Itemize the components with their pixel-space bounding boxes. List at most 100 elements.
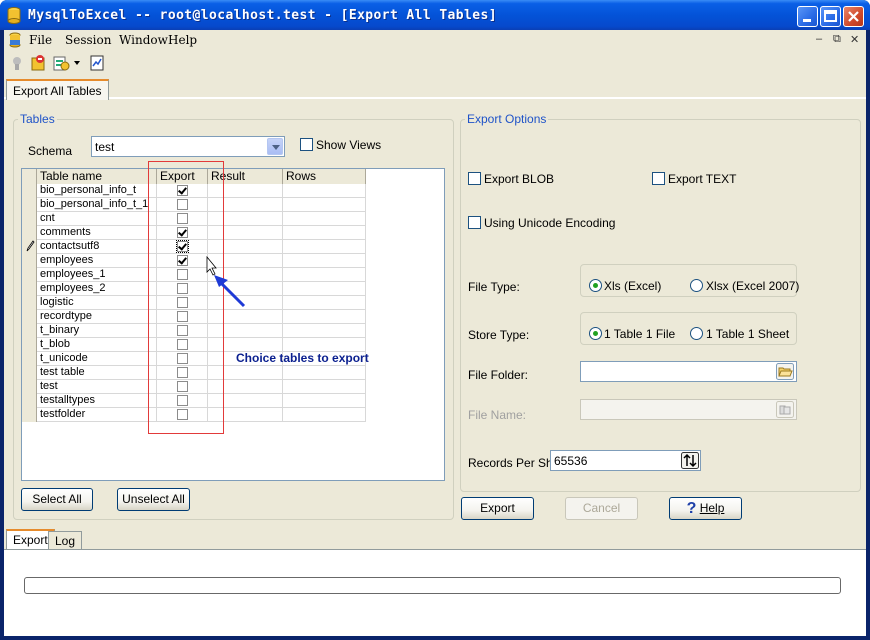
row-selector[interactable] bbox=[22, 226, 37, 240]
spinner-icon[interactable] bbox=[681, 452, 699, 469]
rows-cell bbox=[283, 268, 366, 282]
help-button-label: Help bbox=[699, 501, 725, 515]
row-selector[interactable] bbox=[22, 394, 37, 408]
mdi-close-icon[interactable]: ✕ bbox=[850, 33, 859, 46]
row-selector[interactable] bbox=[22, 268, 37, 282]
table-name-cell[interactable]: logistic bbox=[37, 296, 157, 310]
schema-value: test bbox=[95, 140, 115, 154]
row-selector[interactable] bbox=[22, 296, 37, 310]
store-one-sheet-label: 1 Table 1 Sheet bbox=[706, 327, 790, 341]
unicode-checkbox[interactable] bbox=[468, 216, 481, 229]
database-icon bbox=[7, 7, 21, 24]
menu-session[interactable]: Session bbox=[65, 33, 111, 47]
rows-cell bbox=[283, 254, 366, 268]
rows-cell bbox=[283, 240, 366, 254]
table-name-cell[interactable]: employees_2 bbox=[37, 282, 157, 296]
file-type-xls-label: Xls (Excel) bbox=[604, 279, 662, 293]
table-name-cell[interactable]: contactsutf8 bbox=[37, 240, 157, 254]
file-folder-input[interactable] bbox=[580, 361, 797, 382]
app-window: MysqlToExcel -- root@localhost.test - [E… bbox=[0, 0, 870, 640]
title-bar[interactable]: MysqlToExcel -- root@localhost.test - [E… bbox=[0, 0, 870, 30]
database-icon[interactable] bbox=[8, 32, 22, 48]
export-tool-icon[interactable] bbox=[52, 54, 70, 72]
show-views-label: Show Views bbox=[316, 138, 382, 152]
row-selector[interactable] bbox=[22, 366, 37, 380]
row-selector[interactable] bbox=[22, 240, 37, 254]
toolbar bbox=[4, 51, 866, 75]
rows-cell bbox=[283, 184, 366, 198]
table-name-cell[interactable]: t_binary bbox=[37, 324, 157, 338]
file-type-xlsx-radio[interactable] bbox=[690, 279, 703, 292]
store-one-sheet-radio[interactable] bbox=[690, 327, 703, 340]
table-name-cell[interactable]: bio_personal_info_t bbox=[37, 184, 157, 198]
row-selector[interactable] bbox=[22, 184, 37, 198]
row-selector[interactable] bbox=[22, 254, 37, 268]
export-blob-checkbox[interactable] bbox=[468, 172, 481, 185]
table-name-cell[interactable]: t_unicode bbox=[37, 352, 157, 366]
tab-export-all-tables[interactable]: Export All Tables bbox=[6, 79, 109, 100]
table-name-cell[interactable]: employees bbox=[37, 254, 157, 268]
store-one-file-radio[interactable] bbox=[589, 327, 602, 340]
table-name-cell[interactable]: test table bbox=[37, 366, 157, 380]
folder-icon[interactable] bbox=[776, 363, 794, 380]
mdi-minimize-icon[interactable]: – bbox=[816, 33, 822, 45]
column-header-rows[interactable]: Rows bbox=[283, 169, 366, 184]
table-name-cell[interactable]: bio_personal_info_t_1 bbox=[37, 198, 157, 212]
tables-group-title: Tables bbox=[18, 112, 57, 126]
export-text-checkbox[interactable] bbox=[652, 172, 665, 185]
menu-file[interactable]: File bbox=[29, 33, 52, 47]
show-views-checkbox[interactable] bbox=[300, 138, 313, 151]
help-button[interactable]: ? Help bbox=[669, 497, 742, 520]
table-name-cell[interactable]: recordtype bbox=[37, 310, 157, 324]
report-icon[interactable] bbox=[88, 54, 106, 72]
column-header-table-name[interactable]: Table name bbox=[37, 169, 157, 184]
table-name-cell[interactable]: employees_1 bbox=[37, 268, 157, 282]
mdi-restore-icon[interactable]: ⧉ bbox=[833, 33, 841, 46]
maximize-button[interactable] bbox=[820, 6, 841, 27]
close-button[interactable] bbox=[843, 6, 864, 27]
row-selector[interactable] bbox=[22, 212, 37, 226]
table-name-cell[interactable]: test bbox=[37, 380, 157, 394]
chevron-down-icon[interactable] bbox=[267, 138, 283, 155]
export-panel bbox=[4, 549, 866, 636]
schema-label: Schema bbox=[28, 144, 73, 158]
row-selector[interactable] bbox=[22, 310, 37, 324]
schema-select[interactable]: test bbox=[91, 136, 285, 157]
menu-help[interactable]: Help bbox=[168, 33, 197, 47]
row-selector[interactable] bbox=[22, 324, 37, 338]
row-selector[interactable] bbox=[22, 408, 37, 422]
cancel-button[interactable]: Cancel bbox=[565, 497, 638, 520]
file-type-label: File Type: bbox=[468, 280, 520, 294]
export-text-label: Export TEXT bbox=[668, 172, 737, 186]
document-tab-strip: Export All Tables bbox=[4, 77, 866, 100]
disconnect-icon[interactable] bbox=[29, 54, 47, 72]
file-type-xls-radio[interactable] bbox=[589, 279, 602, 292]
records-per-sheet-input[interactable]: 65536 bbox=[550, 450, 701, 471]
row-selector-header bbox=[22, 169, 37, 184]
dropdown-arrow-icon[interactable] bbox=[74, 61, 81, 66]
table-name-cell[interactable]: testalltypes bbox=[37, 394, 157, 408]
select-all-button[interactable]: Select All bbox=[21, 488, 93, 511]
minimize-button[interactable] bbox=[797, 6, 818, 27]
table-name-cell[interactable]: testfolder bbox=[37, 408, 157, 422]
rows-cell bbox=[283, 408, 366, 422]
table-name-cell[interactable]: cnt bbox=[37, 212, 157, 226]
export-button[interactable]: Export bbox=[461, 497, 534, 520]
unselect-all-button[interactable]: Unselect All bbox=[117, 488, 190, 511]
records-per-sheet-value: 65536 bbox=[554, 454, 588, 468]
table-name-cell[interactable]: comments bbox=[37, 226, 157, 240]
tables-grid[interactable]: Table name Export Result Rows bio_person… bbox=[21, 168, 445, 481]
rows-cell bbox=[283, 380, 366, 394]
row-selector[interactable] bbox=[22, 380, 37, 394]
row-selector[interactable] bbox=[22, 352, 37, 366]
file-type-xlsx-label: Xlsx (Excel 2007) bbox=[706, 279, 800, 293]
row-selector[interactable] bbox=[22, 282, 37, 296]
row-selector[interactable] bbox=[22, 198, 37, 212]
table-name-cell[interactable]: t_blob bbox=[37, 338, 157, 352]
connect-icon[interactable] bbox=[8, 54, 26, 72]
tab-log[interactable]: Log bbox=[48, 531, 83, 550]
menu-window[interactable]: Window bbox=[119, 33, 168, 47]
row-selector[interactable] bbox=[22, 338, 37, 352]
annotation-arrow bbox=[206, 256, 246, 308]
rows-cell bbox=[283, 324, 366, 338]
